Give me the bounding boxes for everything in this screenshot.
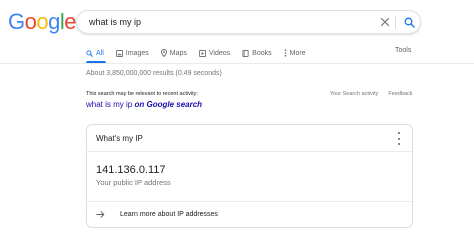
menu-dot [398,132,400,134]
ip-card: What's my IP 141.136.0.117 Your public I… [86,124,413,228]
logo-letter: o [36,9,49,34]
logo-letter: e [64,9,77,34]
results-stats: About 3,850,000,000 results (0.49 second… [86,70,222,77]
tab-all[interactable]: All [86,50,104,57]
tab-videos[interactable]: Videos [198,49,231,57]
google-logo[interactable]: Google [8,9,77,35]
tab-maps[interactable]: Maps [160,49,187,57]
menu-dot [398,137,400,140]
search-tabs: All Images Maps Videos Books More [86,46,318,60]
search-input[interactable] [89,15,369,29]
learn-more-row[interactable]: Learn more about IP addresses [87,201,412,229]
logo-letter: G [8,9,25,34]
tab-label: Maps [169,49,187,57]
logo-letter: g [48,9,60,34]
tabs-divider [0,63,474,64]
menu-dot [398,143,400,145]
arrow-right-icon [96,211,105,218]
video-icon [198,49,206,57]
search-box [76,10,421,34]
tab-label: Books [252,49,272,57]
card-title: What's my IP [96,134,143,143]
search-button[interactable] [402,15,416,29]
tools-button[interactable]: Tools [395,47,411,54]
search-icon [404,17,415,28]
more-dots-icon [284,49,286,57]
clear-button[interactable] [378,15,392,29]
search-icon [86,49,93,57]
activity-query-suffix: on Google search [134,100,203,109]
card-menu-button[interactable] [395,132,403,145]
activity-links: Your Search activity Feedback [330,91,413,97]
your-search-activity-link[interactable]: Your Search activity [330,91,378,97]
search-divider [395,16,396,29]
tab-books[interactable]: Books [242,49,272,57]
map-pin-icon [160,49,167,57]
ip-address: 141.136.0.117 [96,164,166,176]
tab-images[interactable]: Images [115,49,149,57]
tab-label: All [96,49,104,57]
feedback-link[interactable]: Feedback [388,91,412,97]
activity-query-link[interactable]: what is my ip on Google search [86,100,202,109]
tab-more[interactable]: More [284,49,306,57]
tab-label: Images [125,49,149,57]
ip-address-label: Your public IP address [96,178,171,187]
logo-letter: o [24,9,37,34]
image-icon [115,49,123,57]
activity-notice: This search may be relevant to recent ac… [86,91,198,97]
learn-more-link: Learn more about IP addresses [120,211,218,218]
activity-query-text: what is my ip [86,100,133,109]
tab-label: More [289,49,306,57]
close-icon [380,17,390,27]
card-divider [87,151,412,152]
tab-label: Videos [208,49,231,57]
book-icon [242,49,249,57]
